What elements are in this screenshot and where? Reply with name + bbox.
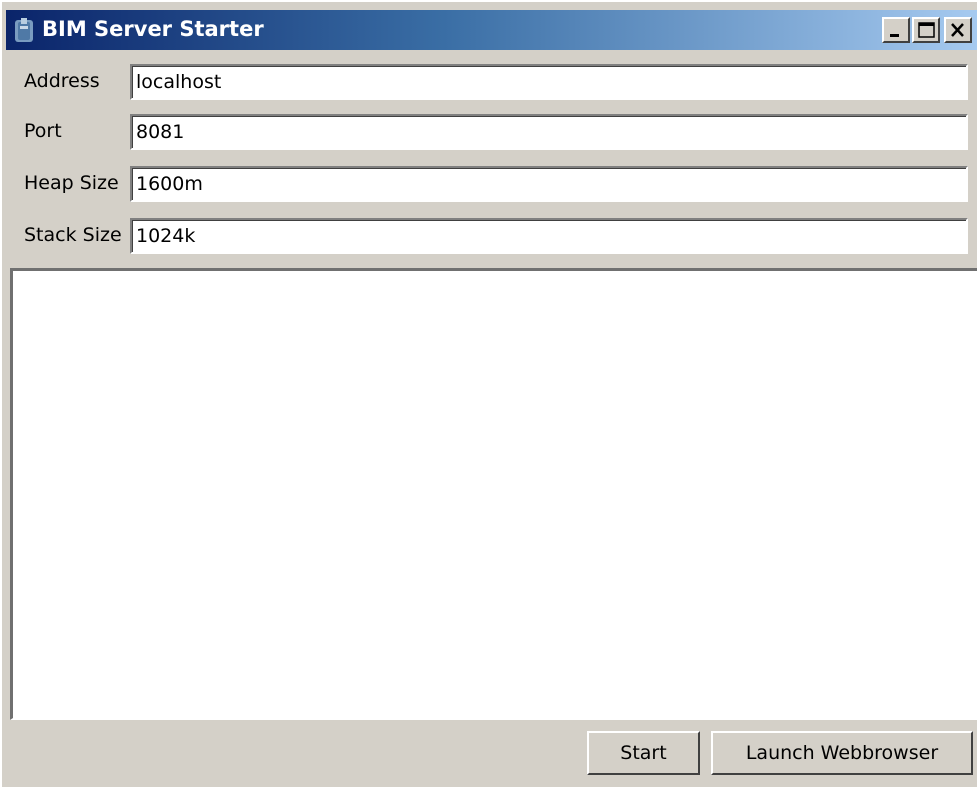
- address-input[interactable]: [130, 64, 968, 100]
- stack-size-input[interactable]: [130, 218, 968, 254]
- close-button[interactable]: [944, 17, 972, 43]
- heap-size-row: Heap Size: [2, 162, 977, 206]
- address-label: Address: [24, 70, 100, 92]
- maximize-button[interactable]: [912, 17, 940, 43]
- address-row: Address: [2, 60, 977, 104]
- maximize-icon: [918, 22, 935, 38]
- stack-size-row: Stack Size: [2, 214, 977, 258]
- close-icon: [951, 23, 964, 37]
- app-window: BIM Server Starter Address Port Heap Siz…: [0, 0, 977, 787]
- heap-size-label: Heap Size: [24, 172, 119, 194]
- stack-size-label: Stack Size: [24, 224, 122, 246]
- port-label: Port: [24, 120, 62, 142]
- launch-webbrowser-button[interactable]: Launch Webbrowser: [711, 731, 973, 775]
- bim-server-icon: [12, 18, 36, 44]
- start-button[interactable]: Start: [587, 731, 700, 775]
- port-input[interactable]: [130, 114, 968, 150]
- log-output-area[interactable]: [10, 268, 977, 720]
- minimize-button[interactable]: [882, 17, 910, 43]
- port-row: Port: [2, 110, 977, 154]
- minimize-icon: [890, 34, 899, 37]
- heap-size-input[interactable]: [130, 166, 968, 202]
- window-title: BIM Server Starter: [42, 17, 264, 41]
- title-bar[interactable]: BIM Server Starter: [6, 10, 977, 50]
